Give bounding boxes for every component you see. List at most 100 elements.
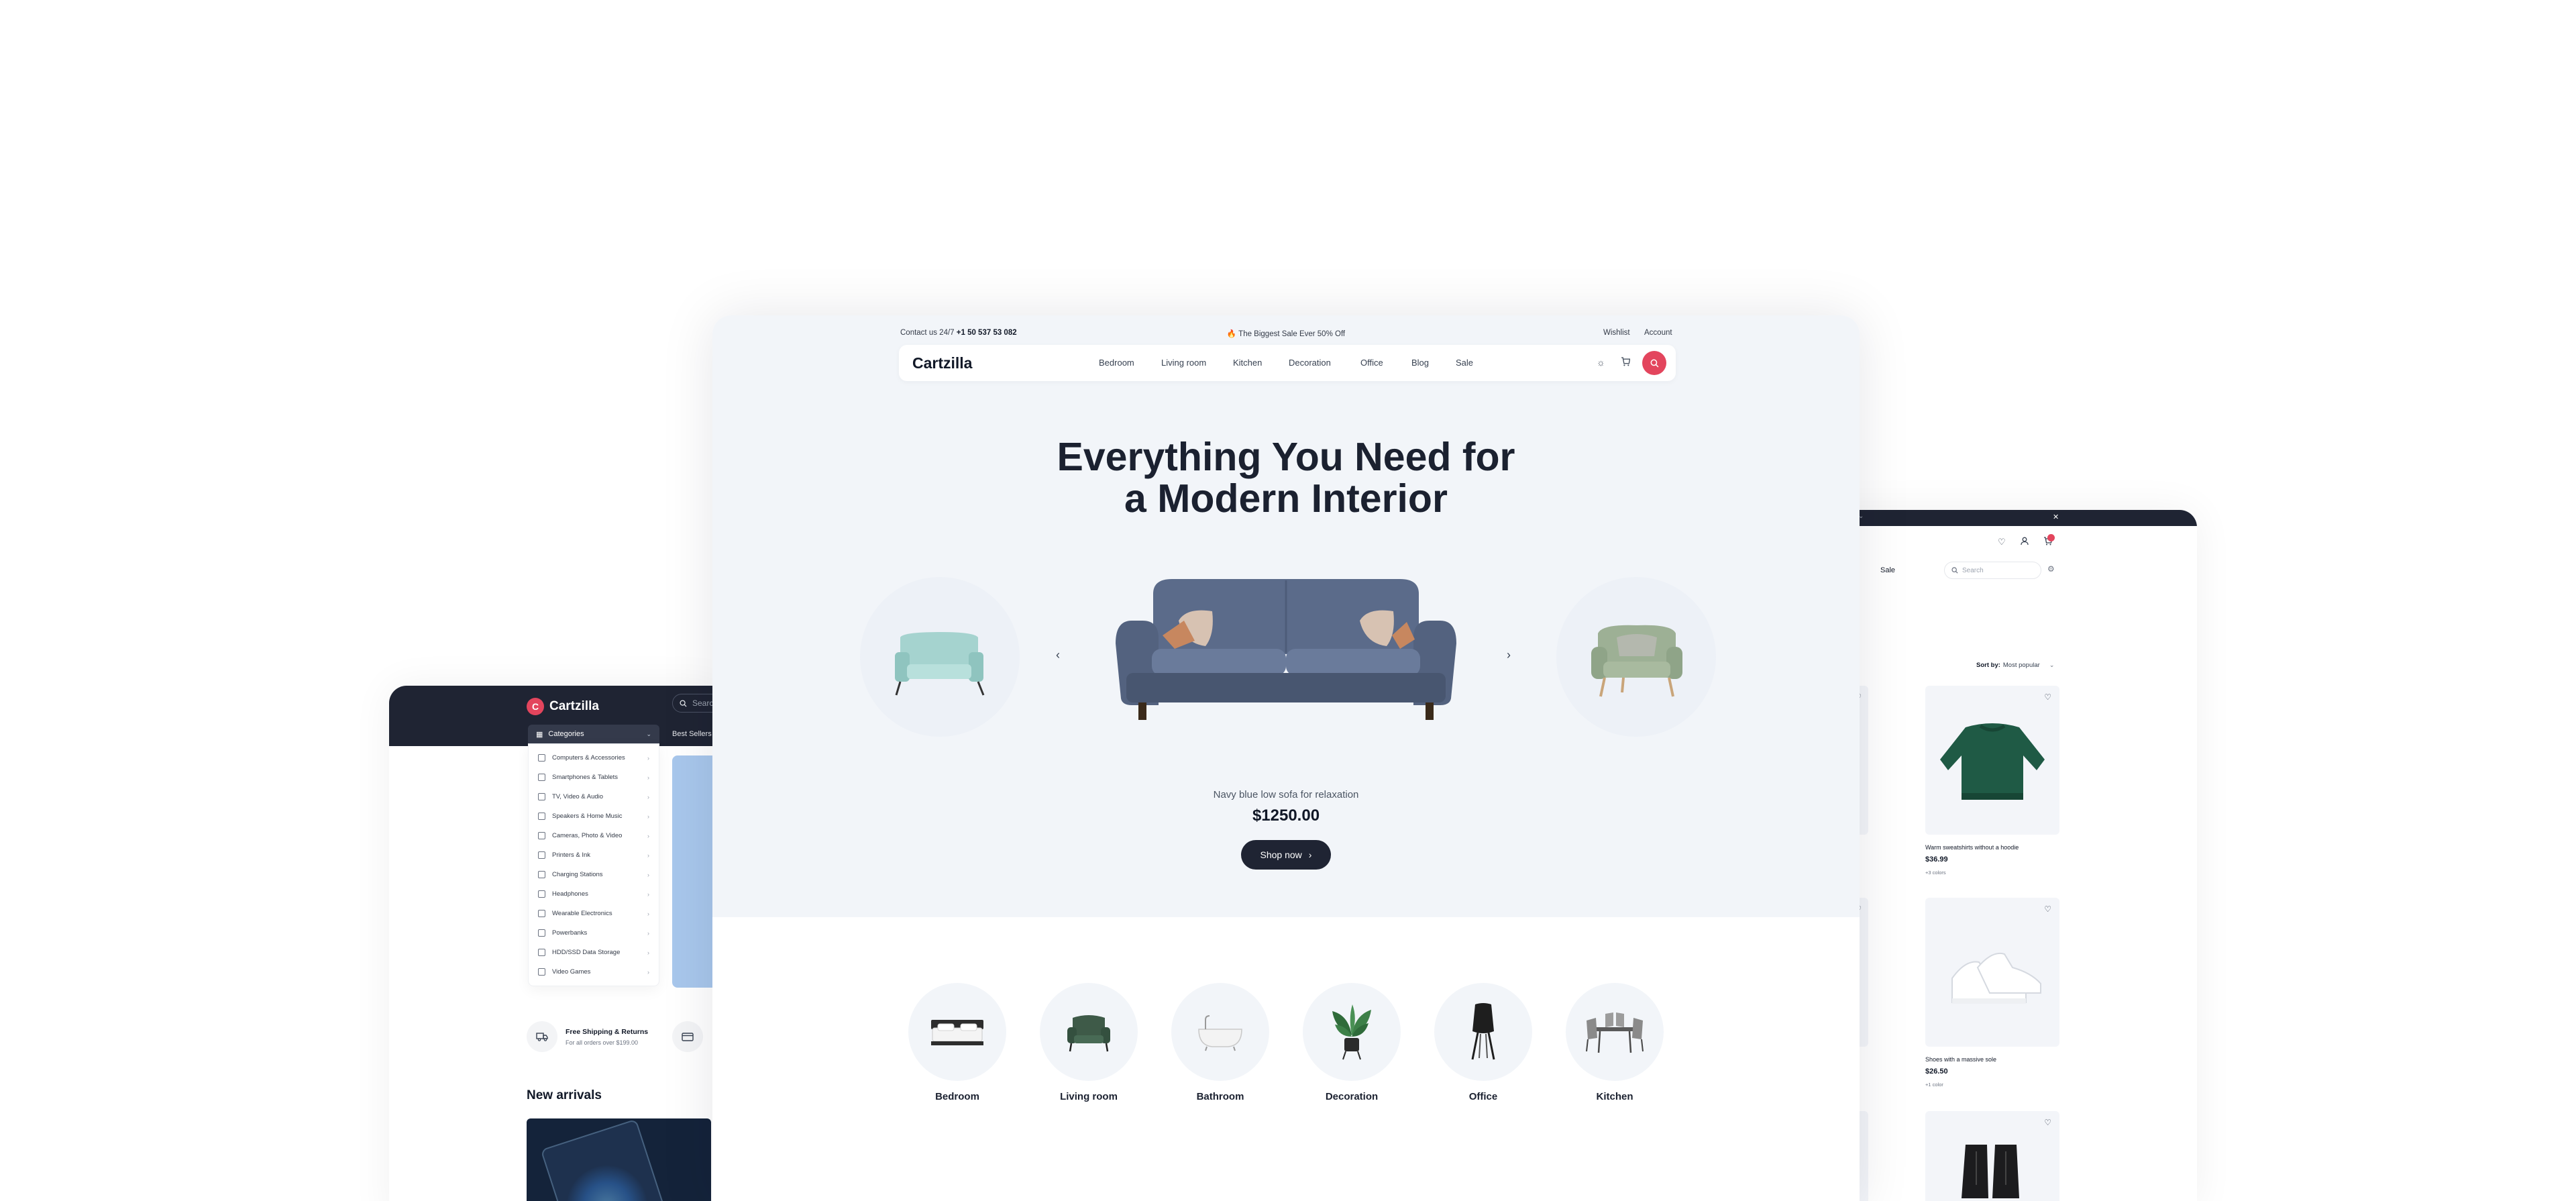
navy-sofa-image (1116, 579, 1456, 720)
category-item[interactable]: TV, Video & Audio › (529, 787, 659, 806)
nav-item-office[interactable]: Office (1360, 358, 1383, 368)
chevron-right-icon: › (647, 910, 649, 917)
heart-icon[interactable]: ♡ (2044, 904, 2051, 914)
chevron-right-icon: › (647, 871, 649, 878)
fashion-topbar: ⌄ ✕ (1811, 510, 2197, 526)
bed-icon (931, 1020, 983, 1045)
shop-now-button[interactable]: Shop now › (1241, 840, 1331, 870)
sort-value: Most popular (2002, 662, 2040, 669)
nav-item-decoration[interactable]: Decoration (1289, 358, 1331, 368)
category-item[interactable]: Video Games › (529, 962, 659, 982)
category-item[interactable]: Computers & Accessories › (529, 748, 659, 768)
category-label-decoration[interactable]: Decoration (1303, 1091, 1401, 1102)
main-navbar: Cartzilla Bedroom Living room Kitchen De… (899, 345, 1676, 381)
cart-icon[interactable] (1621, 357, 1631, 368)
category-decoration[interactable] (1303, 983, 1401, 1081)
category-bathroom[interactable] (1171, 983, 1269, 1081)
chevron-down-icon: ⌄ (646, 730, 651, 737)
carousel-prev-arrow[interactable]: ‹ (1056, 648, 1060, 662)
category-label: Charging Stations (552, 871, 603, 878)
category-label: TV, Video & Audio (552, 793, 604, 800)
product-name[interactable]: Shoes with a massive sole (1925, 1056, 1996, 1063)
white-sneakers-image (1951, 953, 2041, 1004)
category-office[interactable] (1434, 983, 1532, 1081)
category-label-bedroom[interactable]: Bedroom (908, 1091, 1006, 1102)
chair-icon (1471, 1003, 1495, 1060)
chevron-right-icon: › (647, 949, 649, 956)
fashion-header-icons: ♡ (1998, 537, 2052, 547)
nav-item-living-room[interactable]: Living room (1161, 358, 1206, 368)
categories-menu: Computers & Accessories › Smartphones & T… (528, 743, 659, 986)
product-name[interactable]: Warm sweatshirts without a hoodie (1925, 844, 2019, 851)
furniture-store-page: Contact us 24/7 +1 50 537 53 082 🔥 The B… (712, 315, 1860, 1201)
category-item[interactable]: Smartphones & Tablets › (529, 768, 659, 787)
wishlist-link[interactable]: Wishlist (1603, 329, 1630, 337)
category-item[interactable]: Speakers & Home Music › (529, 806, 659, 826)
nav-item-bedroom[interactable]: Bedroom (1099, 358, 1134, 368)
nav-item-sale[interactable]: Sale (1880, 566, 1895, 574)
category-item[interactable]: Powerbanks › (529, 923, 659, 943)
product-card[interactable]: ♡ (1925, 1111, 2059, 1201)
hero-title-line-1: Everything You Need for (1057, 435, 1515, 479)
categories-button[interactable]: ▦ Categories ⌄ (528, 725, 659, 743)
user-icon[interactable] (2021, 537, 2029, 547)
account-link[interactable]: Account (1644, 329, 1672, 337)
chevron-right-icon: › (647, 754, 649, 762)
category-item[interactable]: Cameras, Photo & Video › (529, 826, 659, 845)
product-card[interactable]: ♡ (1925, 686, 2059, 835)
product-price: $26.50 (1925, 1067, 1948, 1076)
category-item[interactable]: Charging Stations › (529, 865, 659, 884)
category-kitchen[interactable] (1566, 983, 1664, 1081)
hero-title: Everything You Need for a Modern Interio… (712, 436, 1860, 519)
product-price: $36.99 (1925, 855, 1948, 864)
nav-item-sale[interactable]: Sale (1456, 358, 1473, 368)
chevron-right-icon: › (1308, 849, 1312, 860)
close-icon[interactable]: ✕ (2053, 513, 2059, 521)
brand-logo[interactable]: Cartzilla (912, 354, 972, 372)
sort-dropdown[interactable]: Sort by: Most popular ⌄ (1976, 662, 2054, 669)
featured-product-image[interactable] (1112, 574, 1460, 721)
category-living-room[interactable] (1040, 983, 1138, 1081)
prev-product-thumbnail[interactable] (860, 577, 1020, 737)
armchair-icon (1067, 1015, 1110, 1052)
theme-toggle-icon[interactable]: ☼ (1597, 357, 1605, 368)
product-card[interactable]: ♡ (1925, 898, 2059, 1047)
filter-icon[interactable]: ⚙ (2047, 564, 2055, 574)
search-icon (1650, 359, 1658, 367)
chevron-right-icon: › (647, 929, 649, 937)
nav-item-blog[interactable]: Blog (1411, 358, 1429, 368)
promo-banner[interactable]: 🔥 The Biggest Sale Ever 50% Off (712, 329, 1860, 338)
category-label-office[interactable]: Office (1434, 1091, 1532, 1102)
chevron-right-icon: › (647, 813, 649, 820)
heart-icon[interactable]: ♡ (2044, 692, 2051, 702)
category-label-bathroom[interactable]: Bathroom (1171, 1091, 1269, 1102)
new-arrival-product-image[interactable] (527, 1118, 711, 1201)
category-icon (538, 968, 545, 976)
category-icon (538, 754, 545, 762)
category-item[interactable]: HDD/SSD Data Storage › (529, 943, 659, 962)
showcase-stage: C Cartzilla Search ▦ Categories ⌄ Best S… (0, 0, 2576, 1201)
featured-product-name[interactable]: Navy blue low sofa for relaxation (712, 789, 1860, 800)
category-label: Headphones (552, 890, 588, 898)
electronics-logo[interactable]: C Cartzilla (527, 698, 599, 715)
heart-icon[interactable]: ♡ (1998, 537, 2006, 547)
chevron-down-icon: ⌄ (2049, 662, 2055, 668)
nav-item-kitchen[interactable]: Kitchen (1233, 358, 1262, 368)
chevron-right-icon: › (647, 774, 649, 781)
category-item[interactable]: Headphones › (529, 884, 659, 904)
search-button[interactable] (1642, 351, 1666, 375)
carousel-next-arrow[interactable]: › (1507, 648, 1511, 662)
category-bedroom[interactable] (908, 983, 1006, 1081)
chevron-right-icon: › (647, 851, 649, 859)
hero-title-line-2: a Modern Interior (1124, 476, 1448, 521)
category-item[interactable]: Printers & Ink › (529, 845, 659, 865)
category-label: Cameras, Photo & Video (552, 832, 623, 839)
next-product-thumbnail[interactable] (1556, 577, 1716, 737)
heart-icon[interactable]: ♡ (2044, 1118, 2051, 1127)
category-label-kitchen[interactable]: Kitchen (1566, 1091, 1664, 1102)
best-sellers-link[interactable]: Best Sellers (672, 730, 712, 738)
category-label-living-room[interactable]: Living room (1040, 1091, 1138, 1102)
category-item[interactable]: Wearable Electronics › (529, 904, 659, 923)
fashion-search-input[interactable]: Search (1944, 562, 2041, 579)
shipping-info: Free Shipping & Returns For all orders o… (527, 1021, 648, 1052)
